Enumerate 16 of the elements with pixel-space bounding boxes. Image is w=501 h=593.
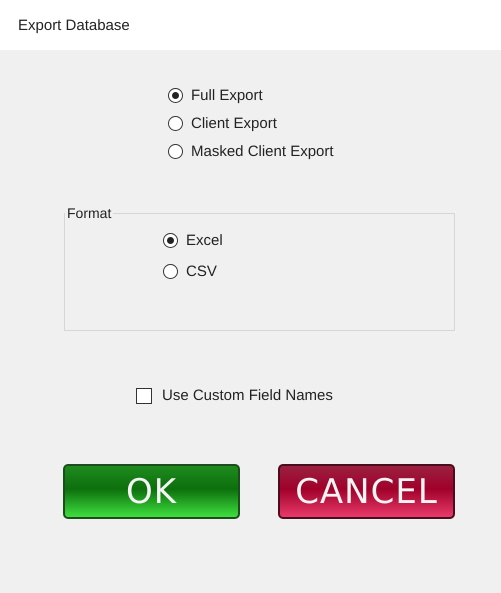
radio-button-icon[interactable] bbox=[168, 88, 183, 103]
checkbox-option[interactable]: Use Custom Field Names bbox=[136, 387, 333, 404]
cancel-button[interactable]: CANCEL bbox=[278, 464, 455, 519]
radio-option[interactable]: Excel bbox=[163, 231, 223, 250]
window-title: Export Database bbox=[18, 16, 130, 34]
group-label: Format bbox=[66, 205, 112, 221]
radio-option[interactable]: Full Export bbox=[168, 86, 263, 105]
checkbox[interactable] bbox=[136, 388, 152, 404]
radio-button-icon[interactable] bbox=[163, 264, 178, 279]
radio-option[interactable]: CSV bbox=[163, 262, 217, 281]
radio-option[interactable]: Masked Client Export bbox=[168, 142, 334, 161]
radio-button-icon[interactable] bbox=[168, 144, 183, 159]
radio-button-icon[interactable] bbox=[168, 116, 183, 131]
radio-option[interactable]: Client Export bbox=[168, 114, 277, 133]
radio-button-icon[interactable] bbox=[163, 233, 178, 248]
ok-button[interactable]: OK bbox=[63, 464, 240, 519]
